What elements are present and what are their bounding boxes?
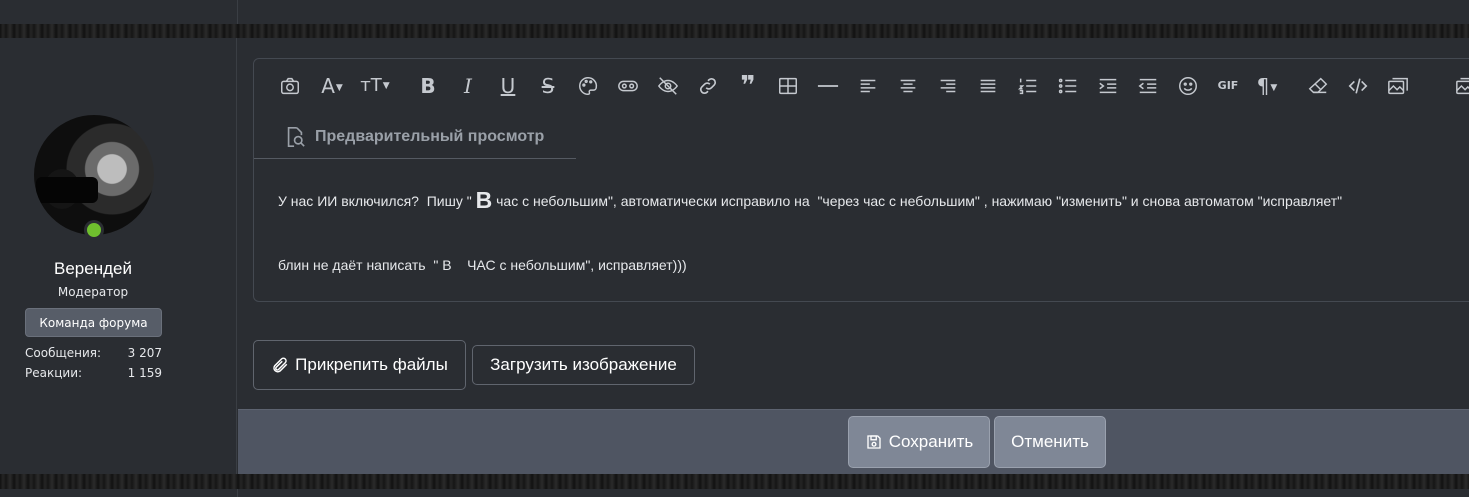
save-icon [867, 435, 881, 449]
stat-label: Сообщения: [25, 346, 102, 360]
attach-files-button[interactable]: Прикрепить файлы [253, 340, 466, 390]
code-icon[interactable] [1343, 71, 1373, 101]
online-status-icon [84, 220, 104, 240]
ordered-list-icon[interactable] [1013, 71, 1043, 101]
font-size-icon[interactable]: тT▼ [355, 71, 395, 101]
gallery-icon[interactable] [1451, 71, 1469, 101]
save-label: Сохранить [888, 432, 974, 451]
paragraph-icon[interactable]: ¶▼ [1248, 71, 1286, 101]
save-button[interactable]: Сохранить [848, 416, 990, 468]
previous-post-strip [0, 0, 1469, 24]
align-left-icon[interactable] [853, 71, 883, 101]
italic-icon[interactable]: I [453, 71, 483, 101]
smiley-icon[interactable] [1173, 71, 1203, 101]
rich-text-editor: A▼ тT▼ B I U S ❞ GIF ¶▼ Предварительный … [253, 58, 1469, 302]
hide-icon[interactable] [653, 71, 683, 101]
strikethrough-icon[interactable]: S [533, 71, 563, 101]
stat-value: 1 159 [127, 366, 162, 380]
background-texture [0, 474, 1469, 489]
stat-value: 3 207 [127, 346, 162, 360]
cancel-button[interactable]: Отменить [994, 416, 1106, 468]
palette-icon[interactable] [573, 71, 603, 101]
attach-files-label: Прикрепить файлы [295, 355, 448, 374]
next-post-strip [0, 489, 1469, 497]
avatar[interactable] [34, 115, 154, 235]
clear-format-icon[interactable] [1303, 71, 1333, 101]
user-info-panel: Верендей Модератор Команда форума Сообще… [0, 38, 237, 474]
preview-label: Предварительный просмотр [315, 128, 545, 145]
table-icon[interactable] [773, 71, 803, 101]
gif-icon[interactable]: GIF [1213, 71, 1243, 101]
camera-icon[interactable] [275, 71, 305, 101]
stat-reactions[interactable]: Реакции: 1 159 [25, 363, 162, 383]
stat-messages[interactable]: Сообщения: 3 207 [25, 343, 162, 363]
underline-icon[interactable]: U [493, 71, 523, 101]
message-paragraph: У нас ИИ включился? Пишу " В час с небол… [278, 187, 1343, 213]
align-justify-icon[interactable] [973, 71, 1003, 101]
paperclip-icon [273, 357, 288, 373]
align-right-icon[interactable] [933, 71, 963, 101]
align-center-icon[interactable] [893, 71, 923, 101]
media-icon[interactable] [1383, 71, 1413, 101]
horizontal-rule-icon[interactable] [813, 71, 843, 101]
bold-icon[interactable]: B [413, 71, 443, 101]
form-footer: Сохранить Отменить [238, 409, 1469, 474]
preview-tab[interactable]: Предварительный просмотр [254, 116, 576, 159]
link-icon[interactable] [693, 71, 723, 101]
background-texture [0, 24, 1469, 38]
user-stats: Сообщения: 3 207 Реакции: 1 159 [25, 343, 162, 383]
indent-icon[interactable] [1093, 71, 1123, 101]
preview-icon [287, 127, 305, 147]
outdent-icon[interactable] [1133, 71, 1163, 101]
spoiler-icon[interactable] [613, 71, 643, 101]
unordered-list-icon[interactable] [1053, 71, 1083, 101]
quote-icon[interactable]: ❞ [733, 71, 763, 101]
stat-label: Реакции: [25, 366, 83, 380]
user-title: Модератор [57, 285, 129, 299]
username[interactable]: Верендей [0, 259, 186, 279]
message-paragraph: блин не даёт написать " В ЧАС с небольши… [278, 257, 687, 273]
font-color-icon[interactable]: A▼ [314, 71, 350, 101]
editor-toolbar: A▼ тT▼ B I U S ❞ GIF ¶▼ [272, 71, 1469, 105]
upload-image-button[interactable]: Загрузить изображение [472, 345, 695, 385]
post-edit-container: Верендей Модератор Команда форума Сообще… [0, 38, 1469, 474]
user-banner: Команда форума [25, 308, 162, 337]
